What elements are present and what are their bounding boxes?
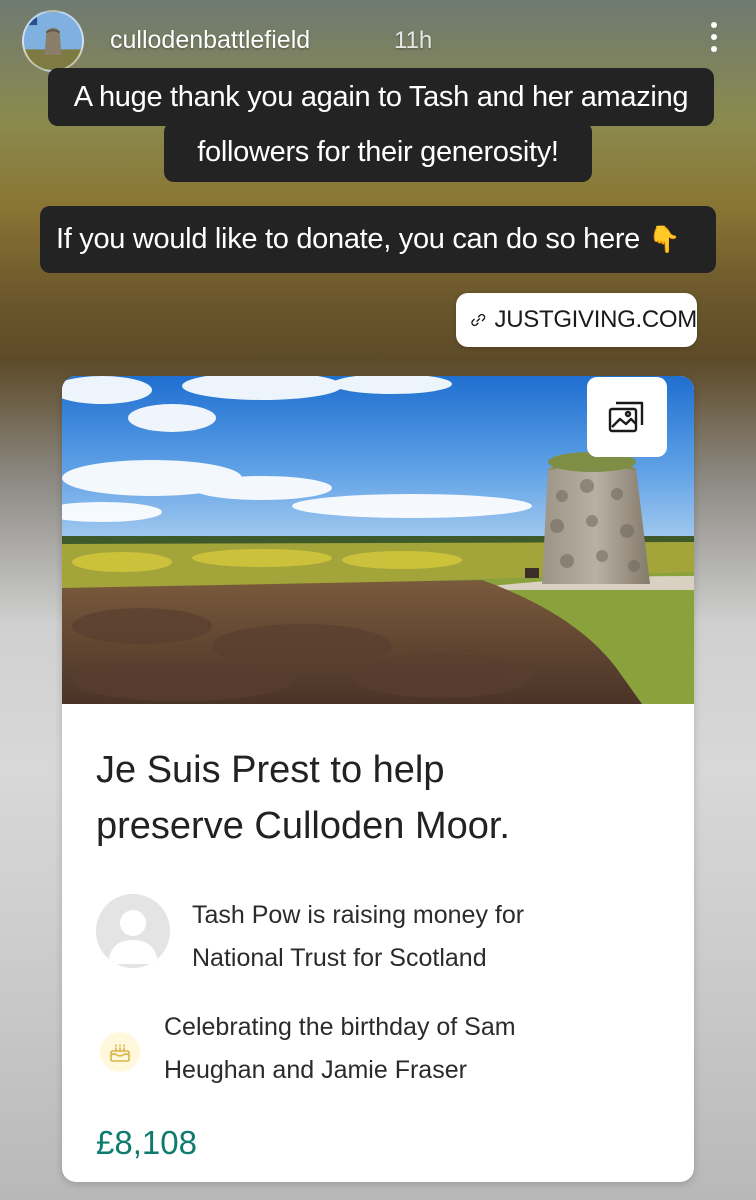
image-gallery-icon (608, 401, 644, 433)
fundraiser-title[interactable]: Je Suis Prest to help preserve Culloden … (96, 742, 656, 854)
organizer-line-2: National Trust for Scotland (192, 944, 487, 972)
story-header: cullodenbattlefield 11h (22, 10, 734, 72)
amount-raised: £8,108 (96, 1124, 197, 1161)
organizer-avatar (96, 894, 170, 968)
post-time: 11h (394, 27, 433, 54)
fundraiser-card[interactable]: Je Suis Prest to help preserve Culloden … (62, 376, 694, 1182)
default-profile-icon (96, 894, 170, 968)
fundraiser-title-line-2: preserve Culloden Moor. (96, 805, 510, 847)
caption-donate-text: If you would like to donate, you can do … (56, 223, 641, 255)
more-options-icon[interactable] (708, 22, 720, 58)
gallery-button[interactable] (587, 377, 667, 457)
cake-icon (100, 1032, 140, 1072)
account-avatar[interactable] (22, 10, 84, 72)
caption-donate: If you would like to donate, you can do … (40, 206, 716, 273)
fundraiser-title-line-1: Je Suis Prest to help (96, 749, 445, 791)
pointing-down-emoji: 👇 (648, 224, 681, 254)
organizer-line-1: Tash Pow is raising money for (192, 901, 525, 929)
account-username[interactable]: cullodenbattlefield (110, 26, 310, 55)
celebrating-line-2: Heughan and Jamie Fraser (164, 1056, 467, 1084)
celebrating-line-1: Celebrating the birthday of Sam (164, 1013, 516, 1041)
birthday-cake-icon (110, 1044, 130, 1062)
link-icon (471, 313, 486, 327)
link-sticker[interactable]: JUSTGIVING.COM (456, 293, 697, 347)
celebrating-info: Celebrating the birthday of Sam Heughan … (164, 1006, 664, 1092)
cairn-avatar-icon (24, 12, 82, 70)
caption-line-2: followers for their generosity! (164, 122, 592, 182)
organizer-info: Tash Pow is raising money for National T… (192, 894, 662, 980)
caption-line-1: A huge thank you again to Tash and her a… (48, 68, 714, 126)
link-sticker-label: JUSTGIVING.COM (494, 306, 698, 333)
story-viewer: cullodenbattlefield 11h A huge thank you… (0, 0, 756, 1200)
